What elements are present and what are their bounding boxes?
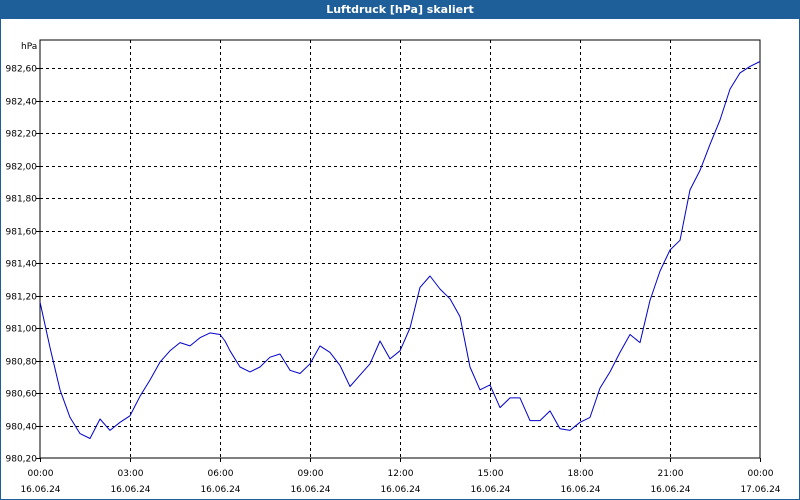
x-tick-date-label: 16.06.24	[200, 485, 240, 495]
y-axis: 980,20 980,40 980,60 980,80 981,00 981,20 981,…	[6, 65, 40, 465]
y-tick-label: 981,60	[6, 228, 38, 238]
y-axis-unit-label: hPa	[21, 42, 37, 52]
y-tick-label: 980,60	[6, 390, 38, 400]
chart-grid	[40, 40, 760, 458]
x-tick-time-label: 09:00	[298, 469, 324, 479]
x-tick-time-label: 15:00	[478, 469, 504, 479]
y-tick-label: 982,20	[6, 130, 38, 140]
y-tick-label: 982,60	[6, 65, 38, 75]
x-tick-date-label: 16.06.24	[380, 485, 420, 495]
x-tick-date-label: 16.06.24	[560, 485, 600, 495]
x-tick-time-label: 00:00	[28, 469, 54, 479]
x-tick-date-label: 16.06.24	[110, 485, 150, 495]
y-tick-label: 982,00	[6, 163, 38, 173]
y-tick-label: 981,00	[6, 325, 38, 335]
x-axis: 00:00 16.06.24 03:00 16.06.24 06:00 16.06.24 0…	[20, 458, 781, 495]
x-tick-time-label: 00:00	[748, 469, 774, 479]
x-tick-date-label: 16.06.24	[290, 485, 330, 495]
x-tick-date-label: 16.06.24	[20, 485, 60, 495]
y-tick-label: 980,40	[6, 423, 38, 433]
y-tick-label: 981,40	[6, 260, 38, 270]
chart-svg: 980,20 980,40 980,60 980,80 981,00 981,20 981,…	[6, 39, 781, 495]
y-tick-label: 980,20	[6, 455, 38, 465]
y-tick-label: 982,40	[6, 98, 38, 108]
x-tick-time-label: 06:00	[208, 469, 234, 479]
x-tick-time-label: 21:00	[658, 469, 684, 479]
x-tick-date-label: 16.06.24	[470, 485, 510, 495]
x-tick-time-label: 18:00	[568, 469, 594, 479]
y-tick-label: 981,80	[6, 195, 38, 205]
x-tick-time-label: 03:00	[118, 469, 144, 479]
x-tick-time-label: 12:00	[388, 469, 414, 479]
y-tick-label: 981,20	[6, 293, 38, 303]
x-tick-date-label: 16.06.24	[650, 485, 690, 495]
x-tick-date-label: 17.06.24	[740, 485, 780, 495]
y-tick-label: 980,80	[6, 358, 38, 368]
